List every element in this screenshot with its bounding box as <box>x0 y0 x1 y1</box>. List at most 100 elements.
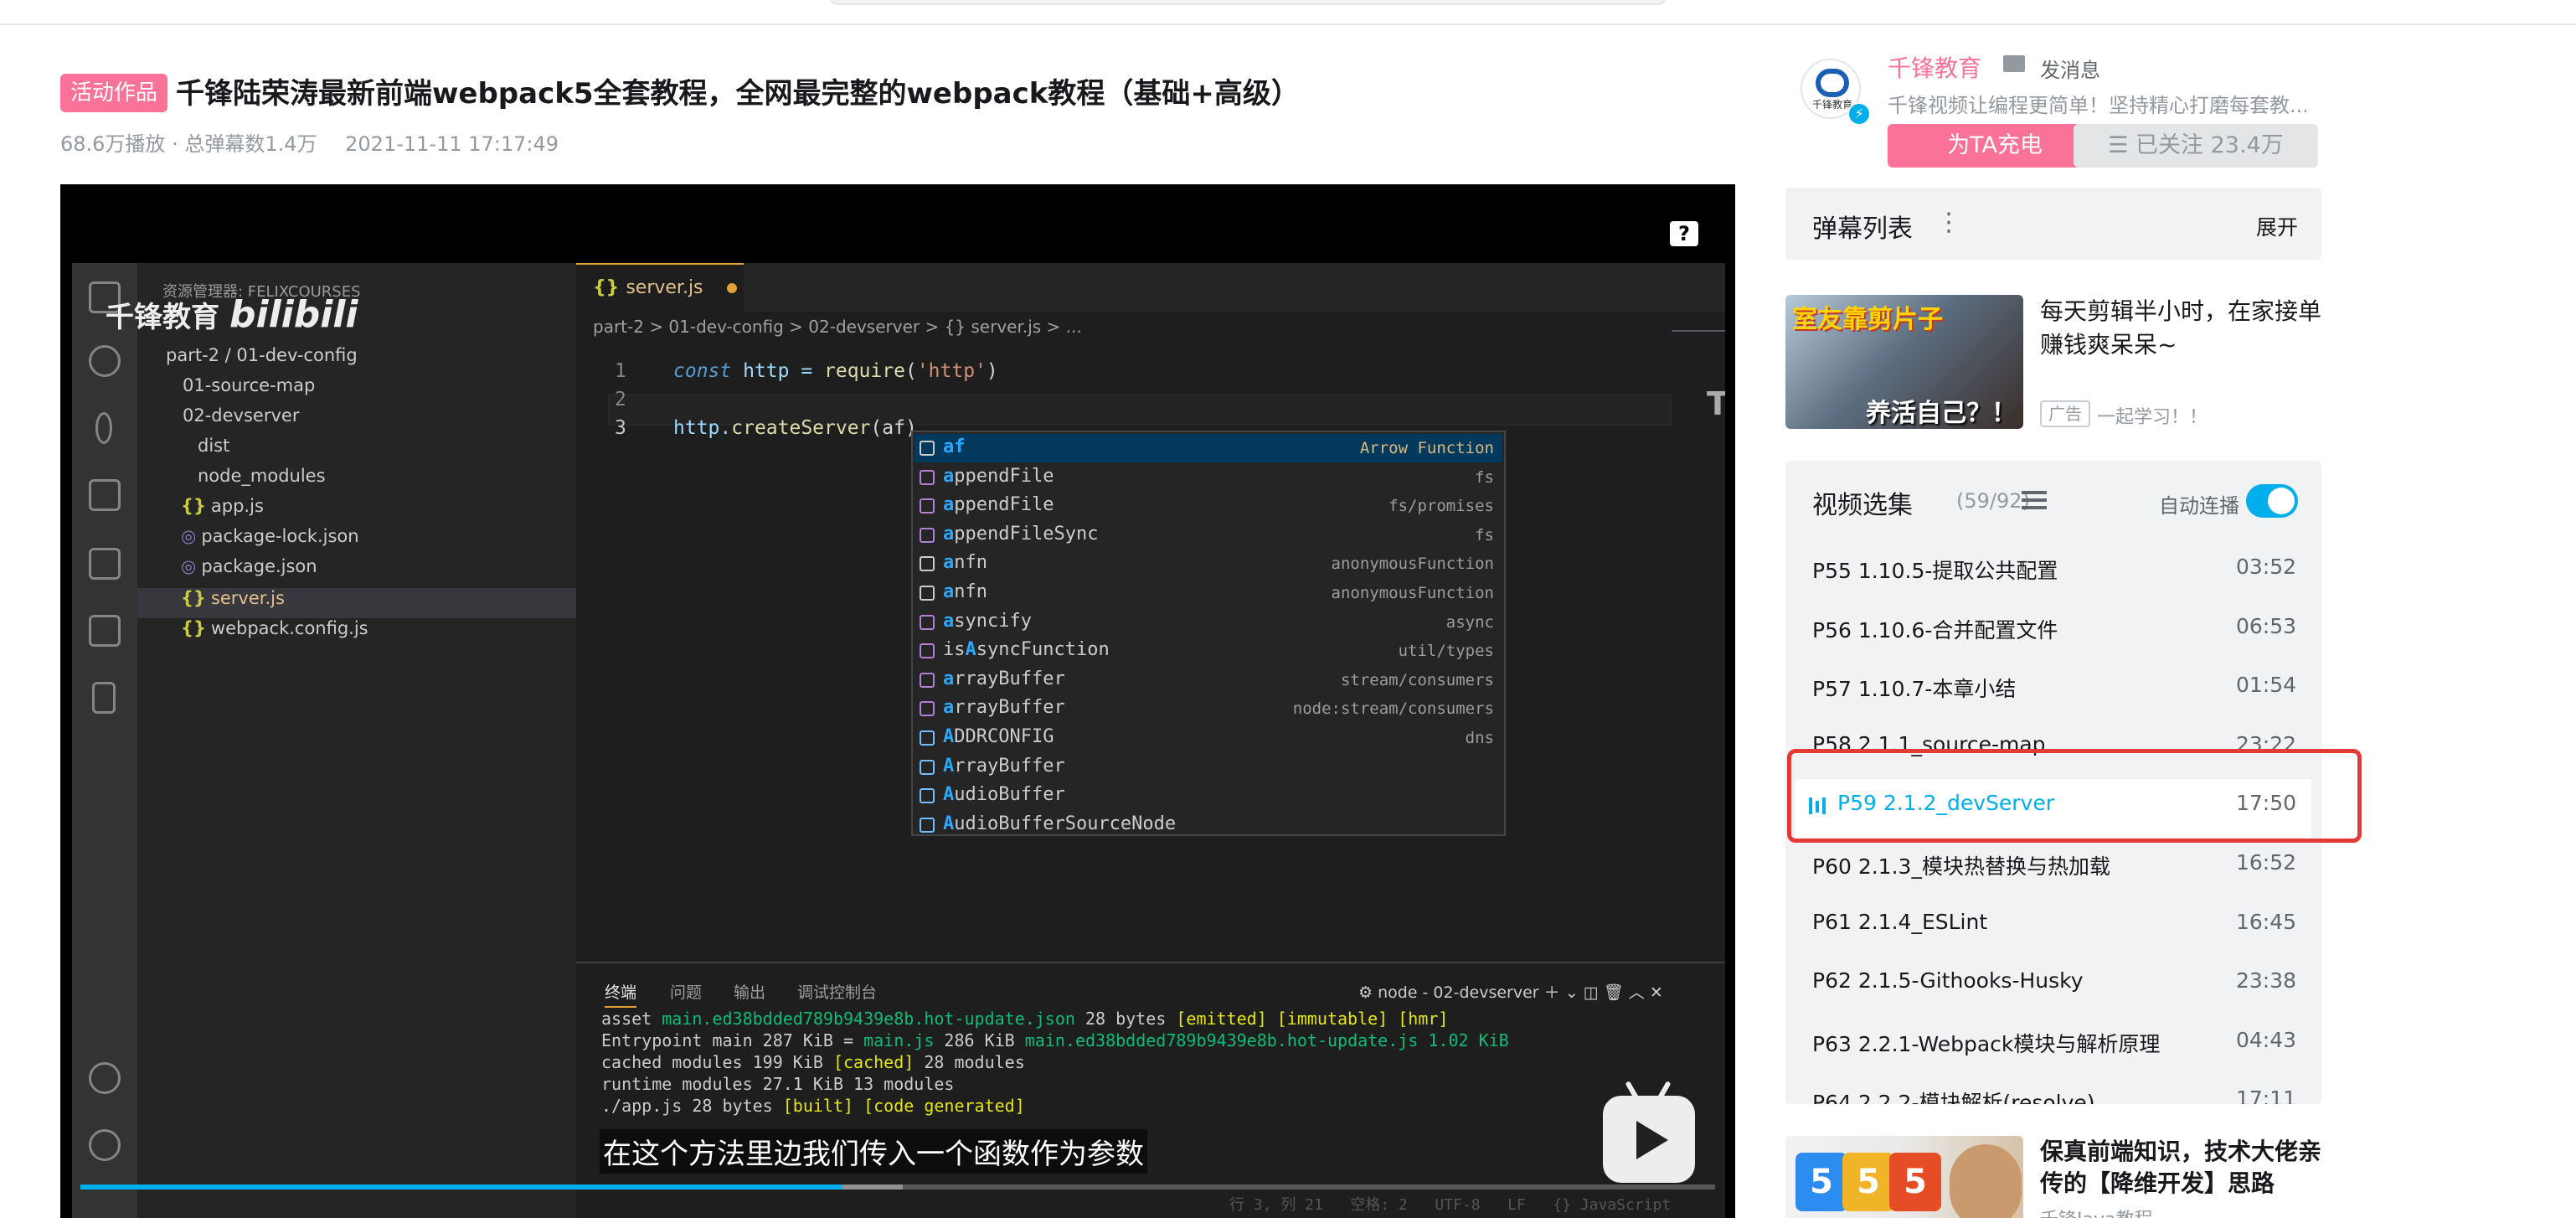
suggestion-label: appendFile <box>943 494 1054 516</box>
episode-title: P56 1.10.6-合并配置文件 <box>1812 617 2058 643</box>
suggestion-label: ADDRCONFIG <box>943 726 1054 747</box>
ad-thumbnail[interactable]: 室友靠剪片子 养活自己？！ <box>1785 295 2023 429</box>
ad-subtitle: 一起学习！！ <box>2097 407 2208 428</box>
help-icon[interactable]: ? <box>1670 221 1698 246</box>
suggestion-item[interactable]: ArrayBuffer <box>914 753 1502 782</box>
tree-file: ◎ package.json <box>181 556 317 576</box>
episode-item[interactable]: P60 2.1.3_模块热替换与热加载 16:52 <box>1785 839 2321 897</box>
vscode-screen: 资源管理器: FELIXCOURSES part-2 / 01-dev-conf… <box>72 263 1725 1218</box>
episode-title: P61 2.1.4_ESLint <box>1812 909 1988 934</box>
more-options-icon[interactable]: ⋮ <box>1936 208 1961 237</box>
suggestion-item[interactable]: ADDRCONFIG dns <box>914 724 1502 752</box>
suggestion-item[interactable]: arrayBuffer node:stream/consumers <box>914 694 1502 723</box>
danmu-list-header[interactable]: 弹幕列表 ⋮ 展开 <box>1785 188 2321 260</box>
uploader-avatar[interactable]: 千锋教育 ⚡ <box>1801 59 1871 126</box>
tree-folder: 01-source-map <box>183 375 316 395</box>
tree-file: ◎ package-lock.json <box>181 526 359 546</box>
var-kind-icon <box>920 788 935 804</box>
suggestion-detail: anonymousFunction <box>1331 584 1494 602</box>
minimap <box>1672 330 1725 347</box>
episode-duration: 01:54 <box>2235 673 2296 698</box>
tree-folder: node_modules <box>198 466 326 486</box>
recommended-video-card[interactable]: 5 5 5 保真前端知识，技术大佬亲传的【降维开发】思路 千锋Java教程 <box>1785 1136 2321 1218</box>
recommended-title[interactable]: 保真前端知识，技术大佬亲传的【降维开发】思路 <box>2040 1136 2325 1200</box>
module-kind-icon <box>920 498 935 514</box>
line-number: 2 <box>615 389 626 410</box>
suggestion-item[interactable]: AudioBufferSourceNode <box>914 811 1502 839</box>
suggestion-item[interactable]: arrayBuffer stream/consumers <box>914 666 1502 694</box>
suggestion-detail: anonymousFunction <box>1331 555 1494 574</box>
play-and-danmu-count: 68.6万播放 · 总弹幕数1.4万 <box>60 132 317 156</box>
settings-gear-icon <box>89 1129 121 1161</box>
suggestion-detail: async <box>1445 612 1494 632</box>
suggestion-detail: util/types <box>1398 642 1494 661</box>
episode-title: P55 1.10.5-提取公共配置 <box>1812 559 2058 583</box>
video-meta: 68.6万播放 · 总弹幕数1.4万 2021-11-11 17:17:49 <box>60 127 580 157</box>
suggestion-label: AudioBufferSourceNode <box>943 813 1177 834</box>
suggestion-item[interactable]: af Arrow Function <box>914 434 1502 462</box>
charge-button[interactable]: 为TA充电 <box>1888 124 2102 168</box>
video-progress-bar[interactable] <box>80 1184 1715 1190</box>
episode-item[interactable]: P57 1.10.7-本章小结 01:54 <box>1785 661 2321 720</box>
ad-title[interactable]: 每天剪辑半小时，在家接单赚钱爽呆呆~ <box>2040 295 2325 362</box>
line-number: 1 <box>615 360 626 382</box>
activity-badge: 活动作品 <box>60 74 168 112</box>
episode-duration: 16:45 <box>2235 909 2296 934</box>
episode-item[interactable]: P63 2.2.1-Webpack模块与解析原理 04:43 <box>1785 1016 2321 1075</box>
terminal-panel: 终端 问题 输出 调试控制台 ⚙ node - 02-devserver ＋ ⌄… <box>576 962 1725 1218</box>
play-icon[interactable] <box>1603 1081 1695 1183</box>
tree-folder: 02-devserver <box>183 405 300 426</box>
episode-title: P64 2.2.2-模块解析(resolve) <box>1812 1091 2095 1104</box>
send-message-link[interactable]: 发消息 <box>2040 54 2100 83</box>
suggestion-label: asyncify <box>943 610 1032 632</box>
module-kind-icon <box>920 672 935 688</box>
search-bar-bottom-edge[interactable] <box>829 0 1667 5</box>
suggestion-label: appendFileSync <box>943 523 1099 544</box>
episode-item[interactable]: P62 2.1.5-Githooks-Husky 23:38 <box>1785 957 2321 1015</box>
module-kind-icon <box>920 527 935 543</box>
suggestion-item[interactable]: AudioBuffer <box>914 782 1502 810</box>
ad-card[interactable]: 室友靠剪片子 养活自己？！ 每天剪辑半小时，在家接单赚钱爽呆呆~ 广告 一起学习… <box>1785 295 2321 431</box>
episode-duration: 04:43 <box>2235 1027 2296 1052</box>
suggestion-item[interactable]: appendFile fs <box>914 463 1502 492</box>
suggestion-label: arrayBuffer <box>943 668 1065 689</box>
suggestion-detail: fs <box>1475 525 1494 544</box>
suggestion-label: anfn <box>943 552 987 574</box>
episode-item[interactable]: P55 1.10.5-提取公共配置 03:52 <box>1785 543 2321 601</box>
editor-breadcrumb: part-2 > 01-dev-config > 02-devserver > … <box>593 317 1082 337</box>
tree-folder: dist <box>198 436 230 456</box>
danmu-expand-button[interactable]: 展开 <box>2256 211 2298 241</box>
episode-item[interactable]: P56 1.10.6-合并配置文件 06:53 <box>1785 602 2321 661</box>
qianfeng-logo-icon <box>1816 69 1849 97</box>
ad-tag: 广告 <box>2040 400 2090 427</box>
uploader-description: 千锋视频让编程更简单！坚持精心打磨每套教... <box>1888 94 2306 117</box>
video-player[interactable]: ? 资源管理器: FELIXCOURSES part-2 / 01-dev-co… <box>60 184 1735 1218</box>
suggestion-item[interactable]: isAsyncFunction util/types <box>914 637 1502 665</box>
mail-icon[interactable] <box>2003 55 2025 72</box>
module-kind-icon <box>920 643 935 659</box>
suggestion-item[interactable]: asyncify async <box>914 608 1502 637</box>
suggestion-item[interactable]: appendFile fs/promises <box>914 492 1502 520</box>
line-number: 3 <box>615 417 626 439</box>
episode-list-title: 视频选集 <box>1812 491 1913 520</box>
follow-button[interactable]: ☰ 已关注 23.4万 <box>2074 124 2318 168</box>
tree-path: part-2 / 01-dev-config <box>166 345 358 365</box>
suggestion-detail: stream/consumers <box>1340 670 1494 689</box>
episode-title: P57 1.10.7-本章小结 <box>1812 677 2017 702</box>
tree-file: {} webpack.config.js <box>181 618 368 638</box>
episode-item[interactable]: P61 2.1.4_ESLint 16:45 <box>1785 898 2321 957</box>
autoplay-toggle[interactable] <box>2246 484 2298 518</box>
episode-duration: 23:38 <box>2235 968 2296 993</box>
suggestion-label: arrayBuffer <box>943 697 1065 719</box>
suggestion-detail: Arrow Function <box>1359 439 1494 457</box>
notebook-icon <box>92 682 116 714</box>
recommended-thumbnail[interactable]: 5 5 5 <box>1785 1136 2023 1218</box>
snippet-kind-icon <box>920 441 935 456</box>
tree-file-selected: {} server.js <box>181 588 285 608</box>
suggestion-item[interactable]: appendFileSync fs <box>914 521 1502 550</box>
suggestion-item[interactable]: anfn anonymousFunction <box>914 579 1502 607</box>
suggestion-item[interactable]: anfn anonymousFunction <box>914 550 1502 578</box>
list-view-icon[interactable] <box>2022 491 2047 509</box>
episode-item[interactable]: P64 2.2.2-模块解析(resolve) 17:11 <box>1785 1075 2321 1104</box>
uploader-name[interactable]: 千锋教育 <box>1888 50 1981 84</box>
